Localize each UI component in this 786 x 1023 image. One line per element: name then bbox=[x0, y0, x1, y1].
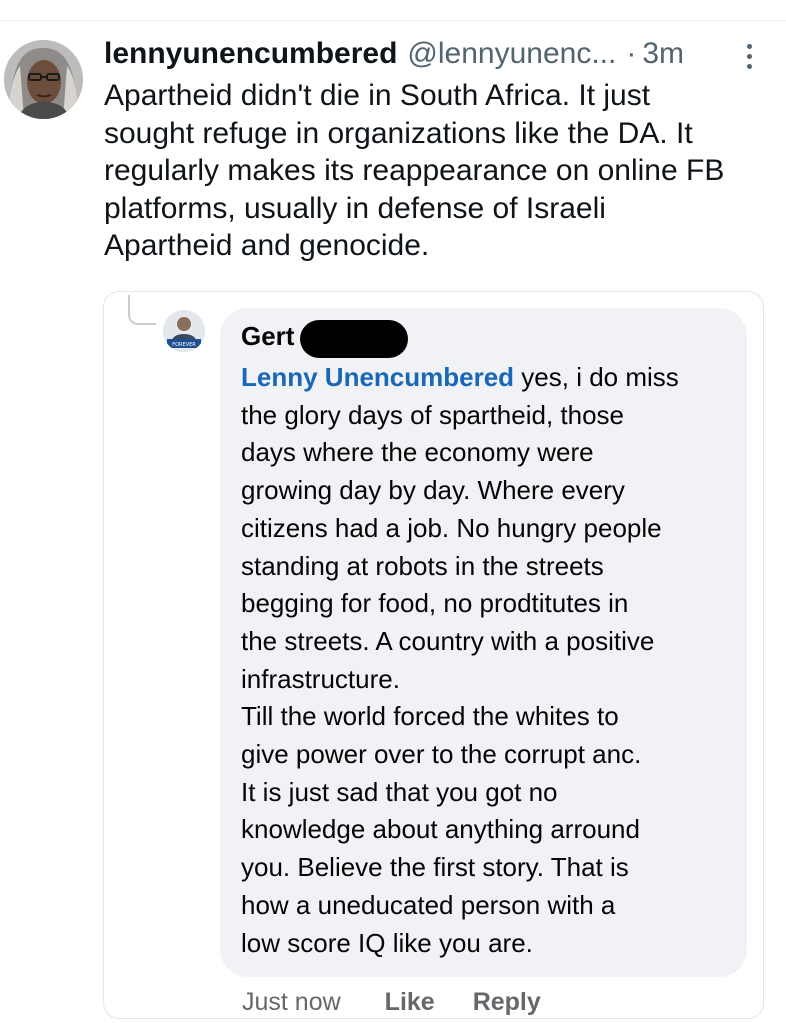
mention-link[interactable]: Lenny Unencumbered bbox=[241, 362, 514, 392]
comment-text-line: growing day by day. Where every bbox=[241, 475, 625, 506]
comment-text: Lenny Unencumbered yes, i do miss the gl… bbox=[241, 359, 741, 962]
commenter-avatar-image: FOREVER bbox=[163, 310, 205, 352]
comment-text-line: knowledge about anything arround bbox=[241, 814, 640, 845]
tweet-text: Apartheid didn't die in South Africa. It… bbox=[104, 77, 774, 265]
user-handle[interactable]: @lennyunenc... bbox=[407, 37, 616, 71]
tweet-text-line: Apartheid didn't die in South Africa. It… bbox=[104, 79, 651, 112]
comment-text-line: It is just sad that you got no bbox=[241, 776, 558, 807]
like-button[interactable]: Like bbox=[385, 988, 435, 1017]
tweet-text-line: platforms, usually in defense of Israeli bbox=[104, 191, 606, 225]
reply-button[interactable]: Reply bbox=[473, 988, 541, 1017]
tweet-text-line: Apartheid and genocide. bbox=[104, 229, 430, 262]
comment-text-line: the streets. A country with a positive bbox=[241, 625, 655, 656]
more-vertical-icon[interactable] bbox=[737, 40, 761, 72]
comment-text-line: give power over to the corrupt anc. bbox=[241, 739, 642, 770]
user-avatar-image bbox=[4, 40, 83, 119]
comment-text-line: how a uneducated person with a bbox=[241, 889, 616, 920]
tweet-header: lennyunencumbered @lennyunenc... · 3m bbox=[104, 32, 744, 76]
comment-text-line: citizens had a job. No hungry people bbox=[241, 512, 662, 543]
user-avatar[interactable] bbox=[4, 40, 83, 119]
tweet-text-line: regularly makes its reappearance on onli… bbox=[104, 154, 725, 187]
comment-text-line: standing at robots in the streets bbox=[241, 550, 604, 581]
comment-first-line: Lenny Unencumbered yes, i do miss bbox=[241, 359, 741, 397]
display-name[interactable]: lennyunencumbered bbox=[104, 37, 397, 71]
redaction-bar bbox=[300, 320, 408, 358]
tweet-timestamp[interactable]: 3m bbox=[642, 37, 684, 71]
header-separator: · bbox=[626, 37, 637, 70]
reply-connector-line bbox=[128, 295, 156, 325]
commenter-avatar[interactable]: FOREVER bbox=[163, 310, 205, 352]
comment-text-line: days where the economy were bbox=[241, 437, 594, 468]
comment-actions: Just now Like Reply bbox=[242, 982, 541, 1022]
commenter-name[interactable]: Gert bbox=[241, 321, 294, 352]
tweet-text-line: sought refuge in organizations like the … bbox=[104, 116, 693, 150]
comment-timestamp[interactable]: Just now bbox=[242, 988, 341, 1017]
top-divider bbox=[0, 20, 786, 21]
comment-text-line: yes, i do miss bbox=[521, 362, 679, 392]
comment-text-line: infrastructure. bbox=[241, 663, 400, 694]
comment-text-line: you. Believe the first story. That is bbox=[241, 852, 629, 883]
avatar-badge-text: FOREVER bbox=[172, 342, 196, 348]
comment-text-line: low score IQ like you are. bbox=[241, 927, 533, 958]
comment-text-line: begging for food, no prodtitutes in bbox=[241, 588, 629, 619]
comment-text-line: the glory days of spartheid, those bbox=[241, 399, 625, 430]
comment-text-line: Till the world forced the whites to bbox=[241, 701, 619, 732]
